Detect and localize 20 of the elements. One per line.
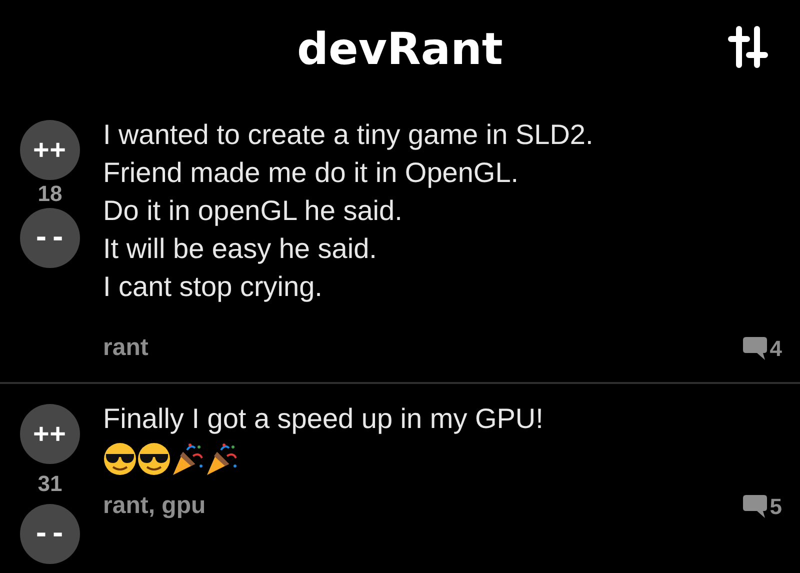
comment-icon [742, 493, 768, 519]
comment-icon [742, 335, 768, 361]
upvote-button[interactable]: ++ [20, 120, 80, 180]
vote-count: 31 [38, 470, 62, 498]
vote-count: 18 [38, 180, 62, 208]
sort-filter-icon[interactable] [728, 25, 768, 69]
tag-list[interactable]: rant, gpu [103, 488, 206, 524]
sunglasses-face-icon [103, 442, 137, 476]
app-title: devRant [297, 23, 503, 77]
rant-text: I wanted to create a tiny game in SLD2. Friend made me do it in OpenGL. Do it in openGL he said. It will be easy he said. I cant stop crying. [103, 118, 594, 304]
sunglasses-face-icon [137, 442, 171, 476]
upvote-button[interactable]: ++ [20, 404, 80, 464]
tag-list[interactable]: rant [103, 330, 148, 366]
comment-count: 5 [770, 492, 782, 520]
party-popper-icon [205, 442, 239, 476]
downvote-button[interactable]: -- [20, 208, 80, 268]
downvote-button[interactable]: -- [20, 504, 80, 564]
comment-count: 4 [770, 334, 782, 362]
rant-text: Finally I got a speed up in my GPU! [103, 402, 544, 436]
party-popper-icon [171, 442, 205, 476]
